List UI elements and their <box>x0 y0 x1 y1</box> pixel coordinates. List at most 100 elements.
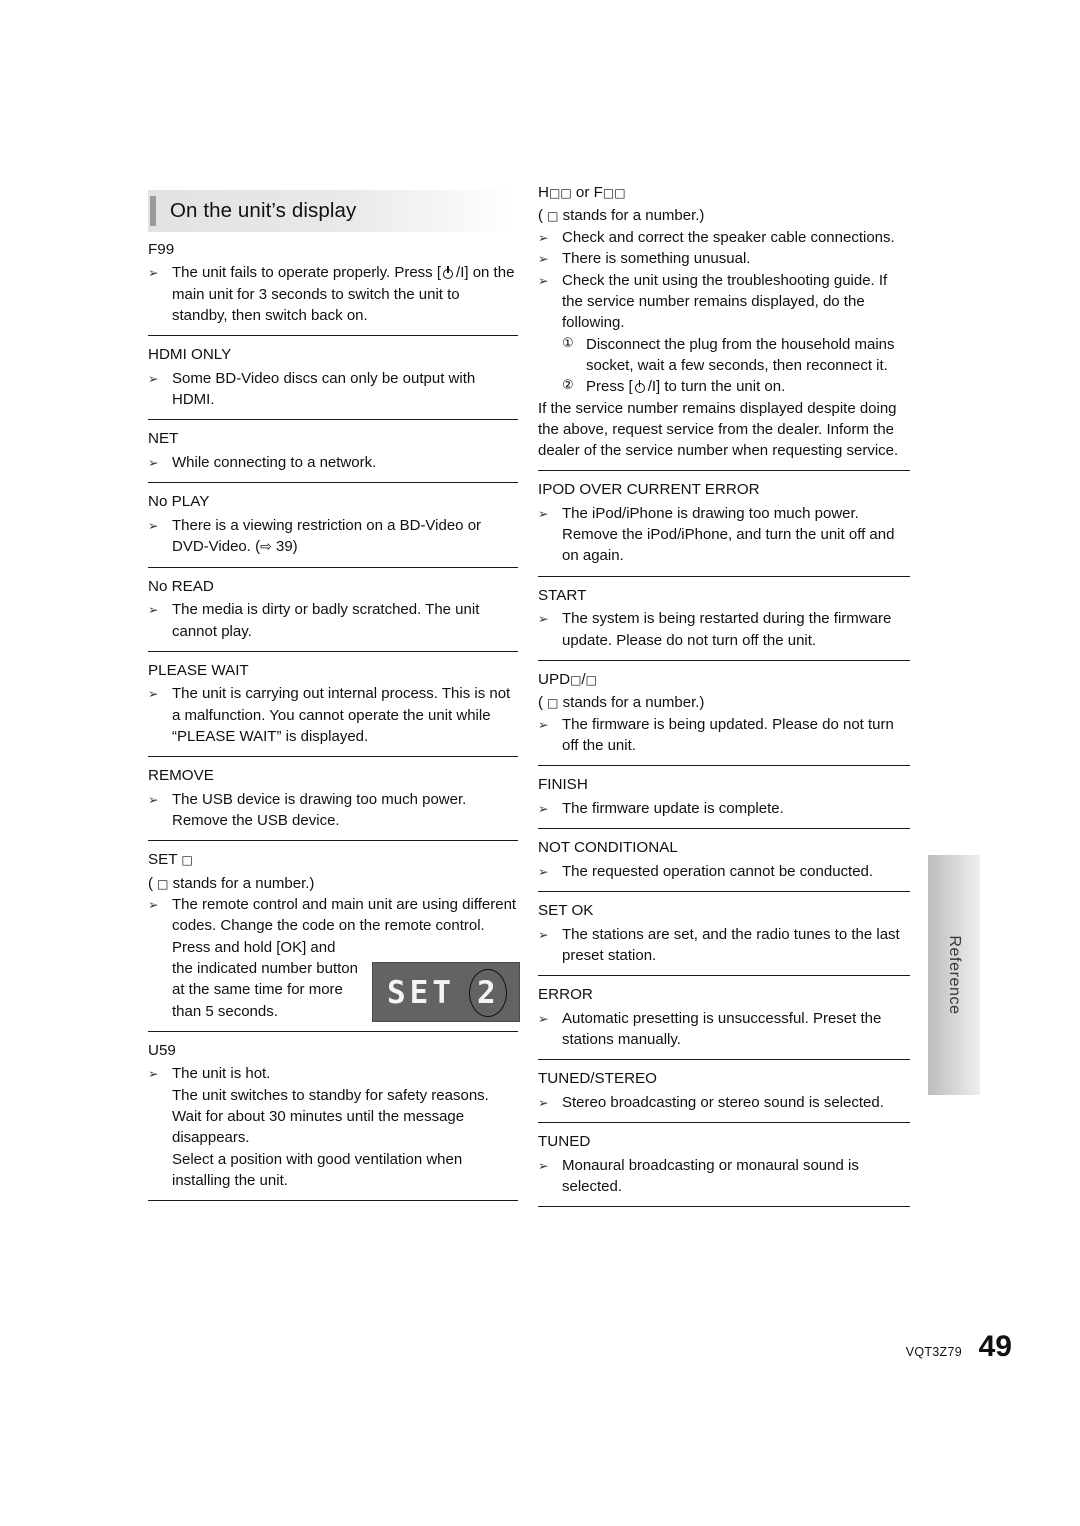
message-entry-title: FINISH <box>538 776 588 794</box>
bullet-marker-icon: ➢ <box>148 1066 159 1082</box>
bullet-item: ➢ Monaural broadcasting or monaural sound… <box>538 1155 910 1198</box>
bullet-marker-icon: ➢ <box>538 505 549 521</box>
entry-divider <box>148 335 518 337</box>
step-number-icon: ② <box>562 378 574 394</box>
message-entry-title: REMOVE <box>148 767 214 785</box>
bullet-item: ➢ The remote control and main unit are us… <box>148 894 518 937</box>
message-entry: UPD□/□ ( □ stands for a number.) ➢ The firm… <box>538 670 910 767</box>
bullet-text: Stereo broadcasting or stereo sound is s… <box>562 1093 884 1111</box>
bullet-text: The unit fails to operate properly. Pres… <box>172 264 515 325</box>
bullet-item: ➢ There is a viewing restriction on a BD-… <box>148 515 518 558</box>
bullet-item: ➢ The system is being restarted during th… <box>538 608 910 651</box>
message-entry: No PLAY ➢ There is a viewing restriction o… <box>148 492 518 568</box>
message-entry: FINISH ➢ The firmware update is complete. <box>538 775 910 830</box>
entry-divider <box>538 765 910 767</box>
bullet-item: ➢ Stereo broadcasting or stereo sound is … <box>538 1092 910 1114</box>
message-entry: HDMI ONLY ➢ Some BD-Video discs can only b… <box>148 345 518 421</box>
heading-accent-bar <box>150 196 156 226</box>
paragraph: ( □ stands for a number.) <box>538 694 705 712</box>
entry-divider <box>148 1200 518 1202</box>
step-text: Press [/I] to turn the unit on. <box>586 378 786 396</box>
message-entry: NOT CONDITIONAL ➢ The requested operation … <box>538 838 910 893</box>
bullet-marker-icon: ➢ <box>148 897 159 913</box>
bullet-text: Check and correct the speaker cable conn… <box>562 228 895 246</box>
bullet-text: The unit is carrying out internal proces… <box>172 685 511 746</box>
entry-divider <box>538 1122 910 1124</box>
bullet-text: The unit is hot. <box>172 1065 271 1083</box>
bullet-item: ➢ The firmware update is complete. <box>538 798 910 820</box>
bullet-item: ➢ The stations are set, and the radio tun… <box>538 924 910 967</box>
message-entry: IPOD OVER CURRENT ERROR ➢ The iPod/iPhone … <box>538 480 910 577</box>
entry-divider <box>148 566 518 568</box>
placeholder-box-icon: □ <box>570 672 582 687</box>
side-tab-reference: Reference <box>928 855 980 1095</box>
entry-divider <box>538 1059 910 1061</box>
bullet-item: ➢ The USB device is drawing too much powe… <box>148 789 518 832</box>
right-column: H□□ or F□□ ( □ stands for a number.) ➢ Chec… <box>538 183 910 1216</box>
step-text: Disconnect the plug from the household m… <box>586 335 895 374</box>
placeholder-box-icon: □ <box>548 186 561 200</box>
bullet-marker-icon: ➢ <box>148 454 159 470</box>
paragraph: ( □ stands for a number.) <box>148 874 315 892</box>
entry-divider <box>148 651 518 653</box>
message-entry-title: IPOD OVER CURRENT ERROR <box>538 481 760 499</box>
bullet-text: The stations are set, and the radio tune… <box>562 925 900 964</box>
bullet-text: There is a viewing restriction on a BD-V… <box>172 516 482 556</box>
message-entry-title: U59 <box>148 1041 176 1059</box>
placeholder-box-icon: □ <box>157 876 169 891</box>
placeholder-box-icon: □ <box>547 696 559 711</box>
entry-divider <box>538 891 910 893</box>
entry-divider <box>538 659 910 661</box>
unit-display-illustration: SET 2 <box>372 962 520 1022</box>
numbered-step: ① Disconnect the plug from the household … <box>562 334 910 377</box>
bullet-item: ➢ The unit is carrying out internal proce… <box>148 683 518 747</box>
section-heading: On the unit’s display <box>148 190 514 232</box>
bullet-marker-icon: ➢ <box>538 251 549 267</box>
placeholder-box-icon: □ <box>614 186 626 200</box>
bullet-marker-icon: ➢ <box>148 602 159 618</box>
entry-divider <box>148 1030 518 1032</box>
message-entry: ERROR ➢ Automatic presetting is unsuccessf… <box>538 985 910 1061</box>
bullet-item: ➢ Check and correct the speaker cable con… <box>538 227 910 249</box>
power-icon <box>442 266 455 280</box>
entry-divider <box>538 470 910 472</box>
indented-paragraph: The unit switches to standby for safety … <box>172 1086 489 1147</box>
step-number-icon: ① <box>562 335 574 351</box>
bullet-item: ➢ The unit is hot. <box>148 1063 518 1085</box>
bullet-text: Automatic presetting is unsuccessful. Pr… <box>562 1009 882 1048</box>
message-entry-title: TUNED/STEREO <box>538 1070 657 1088</box>
message-entry-title: No READ <box>148 577 214 595</box>
placeholder-box-icon: □ <box>547 209 559 224</box>
entry-divider <box>538 975 910 977</box>
entry-divider <box>538 1206 910 1208</box>
bullet-text: The firmware is being updated. Please do… <box>562 715 894 754</box>
message-entry-title: TUNED <box>538 1133 591 1151</box>
message-entry: F99 ➢ The unit fails to operate properly. … <box>148 240 518 337</box>
paragraph: If the service number remains displayed … <box>538 399 899 460</box>
display-segment-text: SET <box>387 975 455 1011</box>
message-entry: START ➢ The system is being restarted duri… <box>538 586 910 661</box>
reference-arrow-icon: ⇨ <box>260 539 272 556</box>
bullet-marker-icon: ➢ <box>538 863 549 879</box>
bullet-item: ➢ While connecting to a network. <box>148 452 518 474</box>
bullet-item: ➢ Check the unit using the troubleshootin… <box>538 270 910 334</box>
document-code: VQT3Z79 <box>905 1345 962 1359</box>
entry-divider <box>148 756 518 758</box>
message-entry-title: PLEASE WAIT <box>148 662 249 680</box>
message-entry-title: NOT CONDITIONAL <box>538 839 678 857</box>
bullet-marker-icon: ➢ <box>538 272 549 288</box>
message-entry: NET ➢ While connecting to a network. <box>148 429 518 484</box>
bullet-marker-icon: ➢ <box>538 611 549 627</box>
bullet-text: There is something unusual. <box>562 250 751 268</box>
bullet-item: ➢ Automatic presetting is unsuccessful. P… <box>538 1008 910 1051</box>
message-entry-title: UPD□/□ <box>538 670 597 688</box>
entry-divider <box>148 482 518 484</box>
message-entry: H□□ or F□□ ( □ stands for a number.) ➢ Chec… <box>538 183 910 472</box>
message-entry-title: F99 <box>148 241 175 258</box>
placeholder-box-icon: □ <box>602 186 615 200</box>
bullet-text: The firmware update is complete. <box>562 799 784 817</box>
bullet-text: The system is being restarted during the… <box>562 610 892 649</box>
placeholder-box-icon: □ <box>585 672 597 687</box>
message-entry-title: H□□ or F□□ <box>538 184 626 201</box>
entry-divider <box>148 419 518 421</box>
